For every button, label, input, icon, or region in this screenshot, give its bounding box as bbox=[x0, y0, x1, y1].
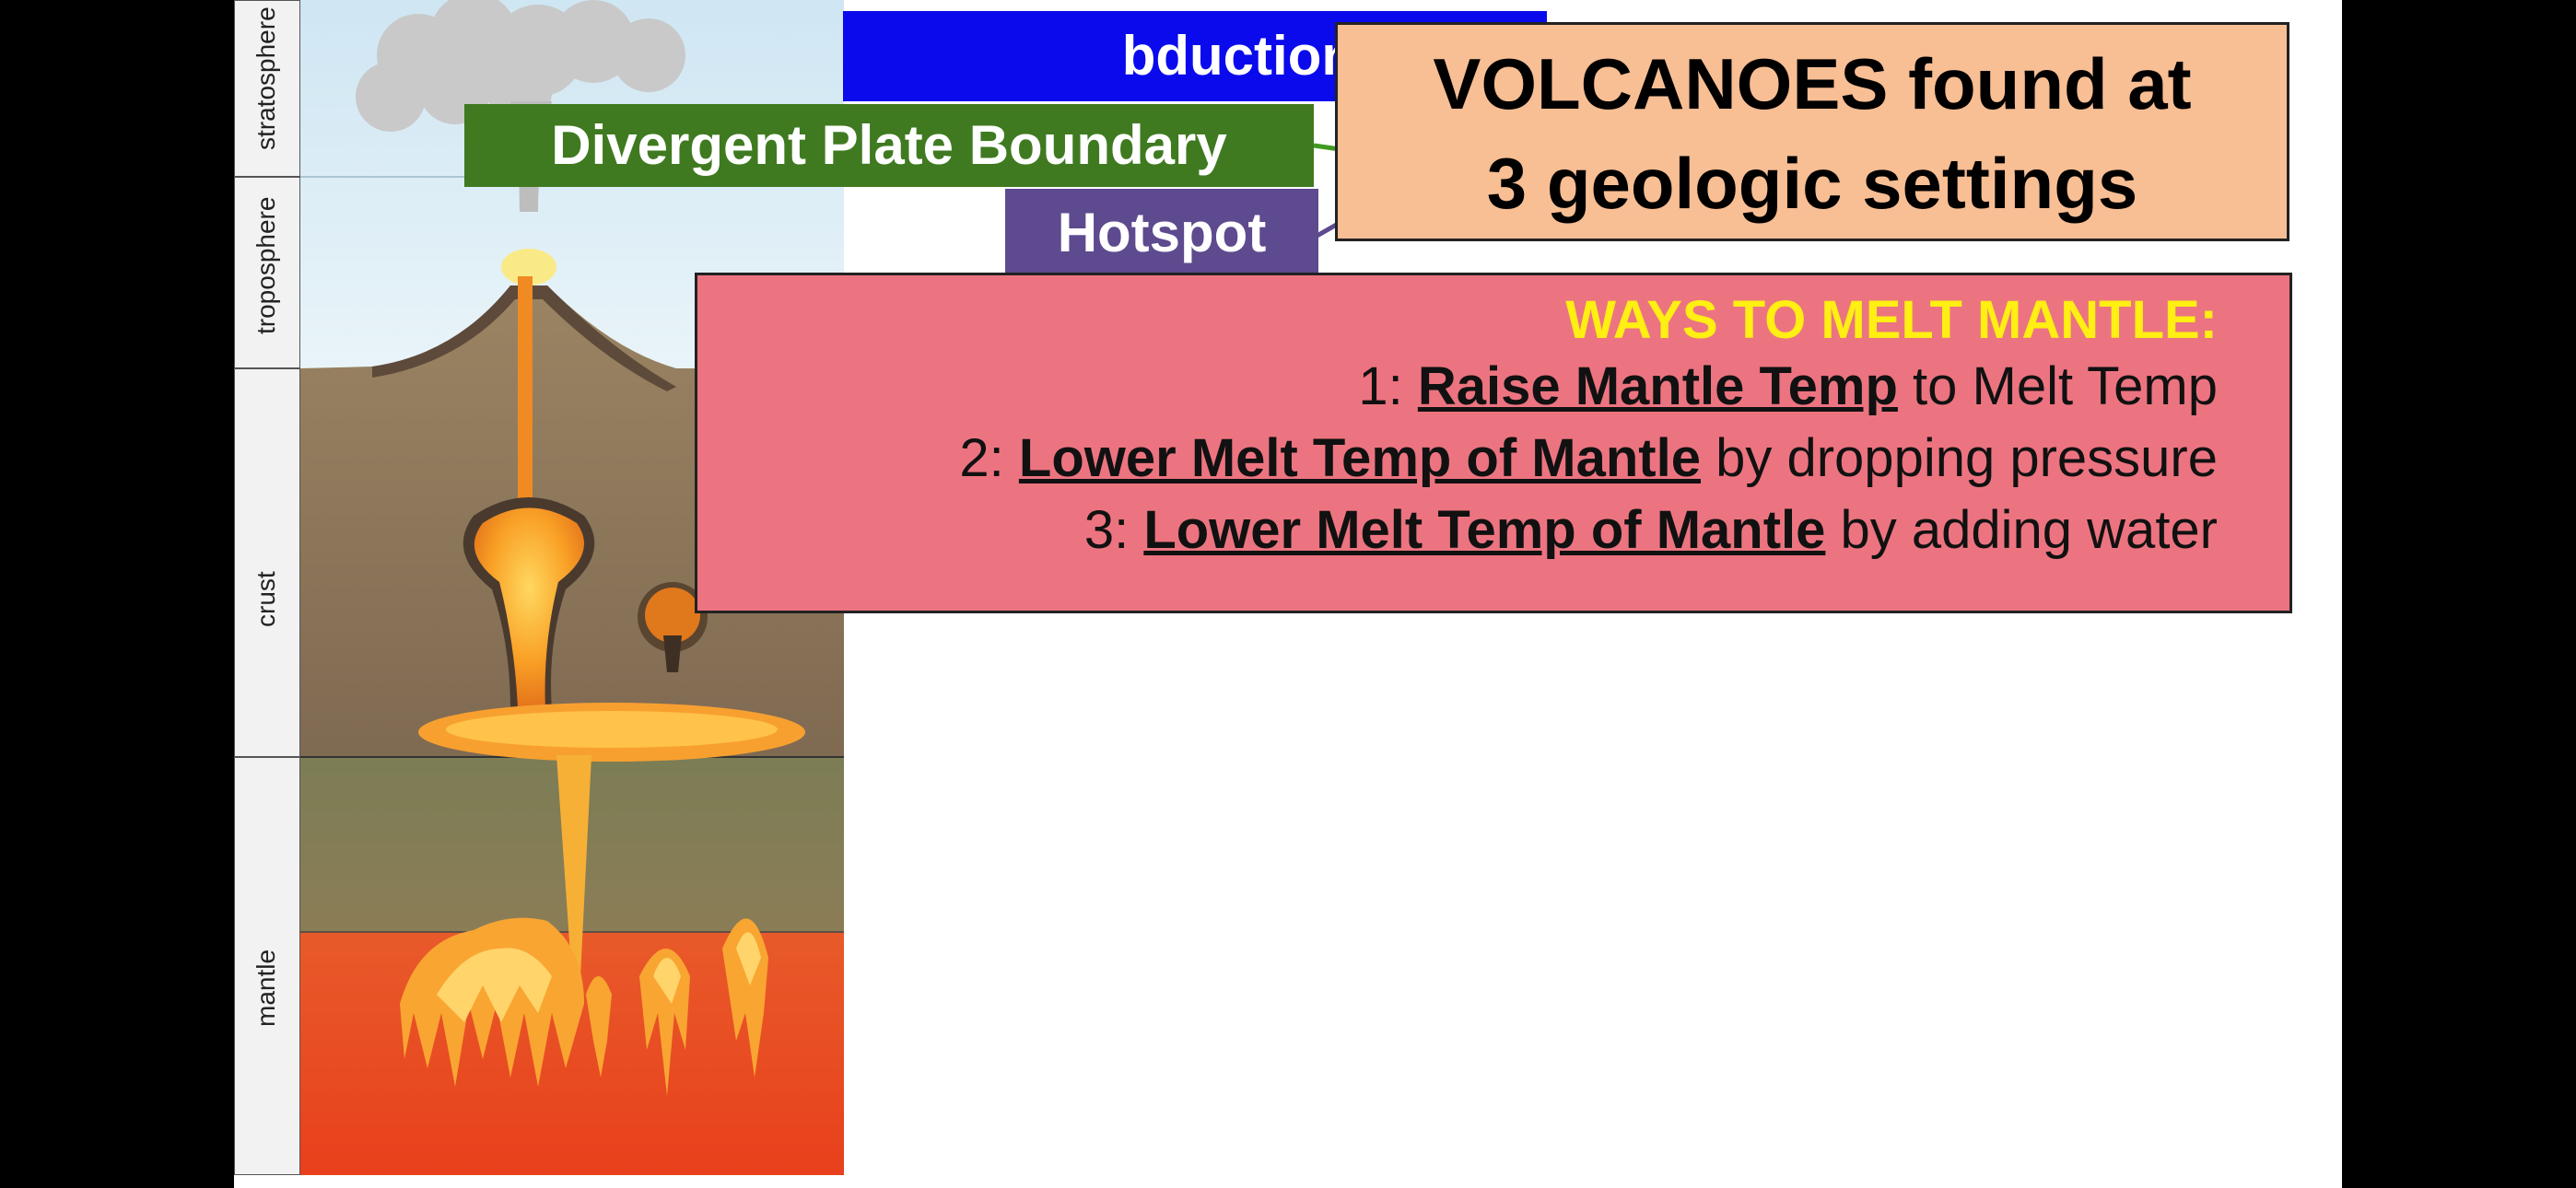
way-bold: Raise Mantle Temp bbox=[1417, 356, 1898, 416]
way-number: 1: bbox=[1358, 356, 1403, 416]
way-rest: by adding water bbox=[1840, 500, 2218, 560]
hotspot-label: Hotspot bbox=[1005, 189, 1318, 274]
ways-box: WAYS TO MELT MANTLE: 1: Raise Mantle Tem… bbox=[695, 273, 2292, 613]
way-number: 2: bbox=[959, 428, 1004, 488]
way-rest: by dropping pressure bbox=[1715, 428, 2218, 488]
divergent-boundary-label: Divergent Plate Boundary bbox=[464, 104, 1314, 187]
title-box: VOLCANOES found at 3 geologic settings bbox=[1335, 22, 2289, 241]
ways-heading: WAYS TO MELT MANTLE: bbox=[1565, 290, 2218, 350]
way-rest: to Melt Temp bbox=[1913, 356, 2218, 416]
layer-label-mantle: mantle bbox=[252, 949, 280, 1027]
title-line-2: 3 geologic settings bbox=[1486, 143, 2138, 224]
way-bold: Lower Melt Temp of Mantle bbox=[1143, 500, 1826, 560]
slide: stratosphere troposphere crust mantle bd… bbox=[234, 0, 2342, 1188]
layer-label-crust: crust bbox=[252, 571, 280, 627]
way-item-1: 1: Raise Mantle Temp to Melt Temp bbox=[697, 351, 2218, 423]
way-item-3: 3: Lower Melt Temp of Mantle by adding w… bbox=[697, 495, 2218, 566]
way-number: 3: bbox=[1083, 500, 1130, 560]
title-line-1: VOLCANOES found at bbox=[1433, 43, 2192, 124]
way-item-2: 2: Lower Melt Temp of Mantle by dropping… bbox=[697, 423, 2218, 495]
way-bold: Lower Melt Temp of Mantle bbox=[1018, 428, 1701, 488]
